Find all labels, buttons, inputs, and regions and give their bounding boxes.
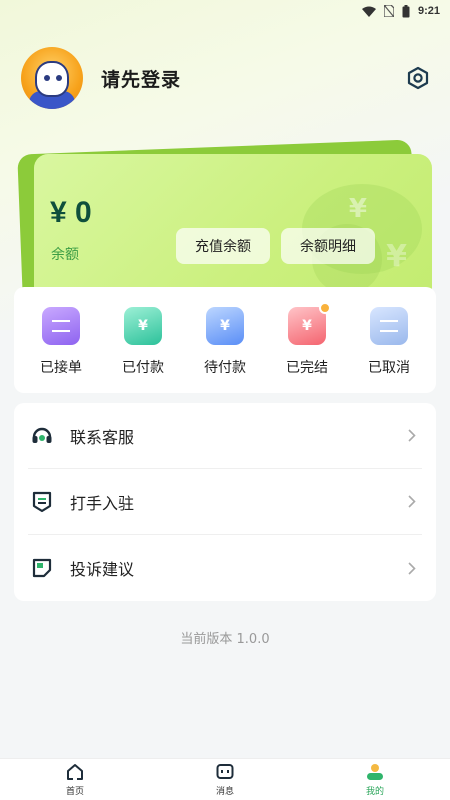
- headset-icon: [30, 424, 54, 448]
- balance-amount: ¥ 0: [50, 196, 92, 229]
- order-accepted[interactable]: 已接单: [20, 287, 102, 393]
- tab-label: 我的: [365, 787, 384, 797]
- tab-home[interactable]: 首页: [25, 762, 125, 797]
- battery-icon: [402, 4, 410, 17]
- recharge-button[interactable]: 充值余额: [176, 228, 270, 264]
- menu-label: 联系客服: [70, 427, 135, 447]
- order-label: 已付款: [122, 360, 164, 376]
- note-icon: [30, 556, 54, 580]
- order-completed[interactable]: ¥ 已完结: [266, 287, 348, 393]
- profile-icon: [365, 762, 385, 782]
- avatar[interactable]: [21, 47, 83, 109]
- badge-icon: [30, 490, 54, 514]
- cancelled-icon: [370, 307, 408, 345]
- pending-payment-icon: ¥: [206, 307, 244, 345]
- balance-label: 余额: [51, 247, 79, 263]
- no-sim-icon: [383, 5, 394, 17]
- order-label: 待付款: [204, 360, 246, 376]
- bottom-tab-bar: 首页 消息 我的: [0, 758, 450, 800]
- order-label: 已完结: [286, 360, 328, 376]
- message-icon: [216, 762, 234, 782]
- menu-item-player-join[interactable]: 打手入驻: [28, 469, 422, 535]
- order-paid[interactable]: ¥ 已付款: [102, 287, 184, 393]
- yen-decoration-icon: ¥: [348, 194, 367, 224]
- status-time: 9:21: [417, 5, 440, 17]
- balance-detail-button[interactable]: 余额明细: [281, 228, 375, 264]
- order-label: 已接单: [40, 360, 82, 376]
- settings-button[interactable]: [404, 64, 432, 92]
- menu-item-feedback[interactable]: 投诉建议: [28, 535, 422, 601]
- tab-messages[interactable]: 消息: [175, 762, 275, 797]
- order-label: 已取消: [368, 360, 410, 376]
- menu-item-customer-service[interactable]: 联系客服: [28, 403, 422, 469]
- order-to-pay[interactable]: ¥ 待付款: [184, 287, 266, 393]
- home-icon: [66, 762, 84, 782]
- menu-label: 投诉建议: [70, 560, 135, 579]
- tab-label: 消息: [215, 787, 234, 797]
- yen-decoration-icon: ¥: [386, 239, 407, 274]
- tab-label: 首页: [65, 787, 84, 797]
- settings-hexagon-icon: [407, 66, 429, 90]
- wifi-icon: [361, 6, 376, 17]
- app-version: 当前版本 1.0.0: [180, 632, 270, 647]
- chevron-right-icon: [408, 429, 416, 442]
- chevron-right-icon: [408, 495, 416, 508]
- wallet-paid-icon: ¥: [124, 307, 162, 345]
- order-cancelled[interactable]: 已取消: [348, 287, 430, 393]
- profile-header: 请先登录: [21, 46, 432, 110]
- chevron-right-icon: [408, 561, 416, 575]
- tab-profile[interactable]: 我的: [325, 762, 425, 797]
- clipboard-icon: [42, 307, 80, 345]
- menu-list: 联系客服 打手入驻 投诉建议: [14, 403, 436, 601]
- order-status-panel: 已接单 ¥ 已付款 ¥ 待付款 ¥ 已完结 已取消: [14, 287, 436, 393]
- completed-icon: ¥: [288, 302, 331, 345]
- wallet-card: ¥ ¥ ¥ 0 余额 充值余额 余额明细: [34, 154, 432, 304]
- status-bar: 9:21: [0, 0, 450, 22]
- menu-label: 打手入驻: [70, 493, 135, 513]
- login-prompt[interactable]: 请先登录: [101, 65, 181, 92]
